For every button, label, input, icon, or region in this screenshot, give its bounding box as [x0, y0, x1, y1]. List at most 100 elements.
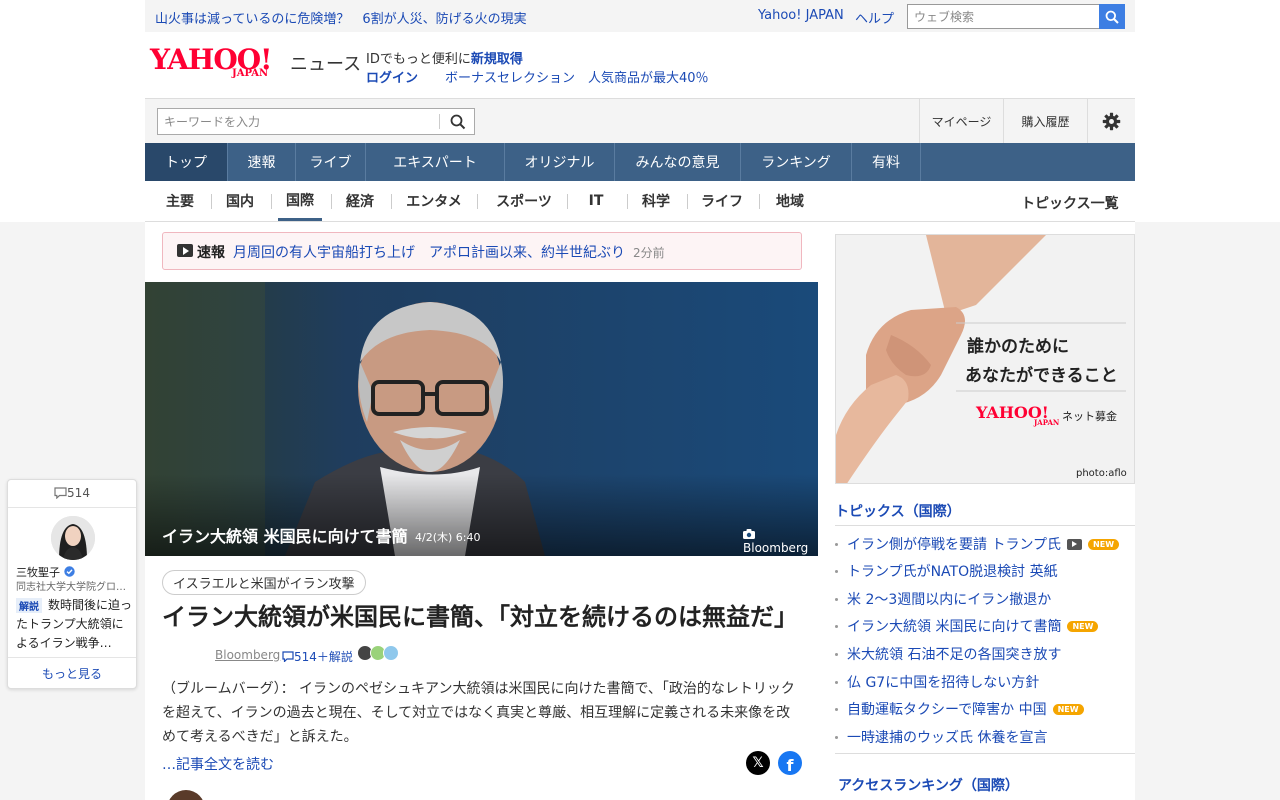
topic-item-text: 自動運転タクシーで障害か 中国: [847, 702, 1047, 718]
promo-bar: 山火事は減っているのに危険増？ 6割が人災、防げる火の現実 Yahoo! JAP…: [145, 0, 1135, 32]
access-ranking-heading[interactable]: アクセスランキング（国際）: [838, 775, 1019, 795]
breaking-news-banner[interactable]: 速報 月周回の有人宇宙船打ち上げ アポロ計画以来、約半世紀ぶり 2分前: [162, 232, 802, 270]
topics-heading[interactable]: トピックス（国際）: [835, 501, 961, 521]
expert-photo: [51, 516, 95, 560]
breaking-headline[interactable]: 月周回の有人宇宙船打ち上げ アポロ計画以来、約半世紀ぶり: [233, 242, 625, 262]
verified-icon: [63, 566, 75, 577]
right-sidebar: 誰かのために あなたができること YAHOO! JAPAN ネット募金 phot…: [818, 222, 1135, 800]
topic-item[interactable]: イラン側が停戦を要請 トランプ氏 NEW: [835, 534, 1120, 554]
article-summary: （ブルームバーグ）： イランのペゼシュキアン大統領は米国民に向けた書簡で、「政治…: [162, 681, 795, 745]
signup-link[interactable]: 新規取得: [471, 52, 523, 67]
nav-original[interactable]: オリジナル: [505, 143, 615, 181]
category-science[interactable]: 科学: [638, 181, 674, 221]
topics-list-link[interactable]: トピックス一覧: [1021, 193, 1119, 213]
nav-top[interactable]: トップ: [145, 143, 228, 181]
topic-item[interactable]: 米 2～3週間以内にイラン撤退か: [835, 589, 1051, 609]
divider: [835, 753, 1135, 754]
category-life[interactable]: ライフ: [698, 181, 746, 221]
hero-source: Bloomberg: [743, 527, 818, 555]
read-full-article-link[interactable]: …記事全文を読む: [162, 754, 274, 774]
comment-count-text: 514＋解説: [294, 650, 353, 664]
topic-tag[interactable]: イスラエルと米国がイラン攻撃: [162, 570, 366, 595]
new-badge: NEW: [1052, 703, 1084, 715]
topic-item[interactable]: 自動運転タクシーで障害か 中国 NEW: [835, 699, 1084, 719]
category-sports[interactable]: スポーツ: [488, 181, 560, 221]
article-source-link[interactable]: Bloomberg: [215, 648, 280, 662]
bullet: [835, 597, 838, 601]
bullet: [835, 707, 838, 711]
logo-japan: JAPAN: [232, 68, 269, 79]
video-icon: [1067, 538, 1083, 550]
promo-link[interactable]: 山火事は減っているのに危険増？ 6割が人災、防げる火の現実: [155, 8, 527, 27]
expert-comment-widget[interactable]: 514 三牧聖子 同志社大学大学院グローバル・スタディーズ研究科教授 数時間後に…: [7, 479, 137, 689]
topic-item[interactable]: 仏 G7に中国を招待しない方針: [835, 672, 1039, 692]
nav-breaking[interactable]: 速報: [228, 143, 296, 181]
divider: [391, 194, 392, 209]
nav-paid[interactable]: 有料: [852, 143, 921, 181]
comment-count-link[interactable]: 514＋解説: [282, 648, 353, 665]
topic-item[interactable]: 米大統領 石油不足の各国突き放す: [835, 644, 1061, 664]
video-play-icon: [177, 244, 193, 257]
ad-hands-image: [836, 235, 1134, 483]
hero-image[interactable]: イラン大統領 米国民に向けて書簡 4/2(木) 6:40 Bloomberg: [145, 282, 818, 556]
logo-news[interactable]: ニュース: [290, 50, 361, 76]
see-more-link[interactable]: もっと見る: [8, 665, 136, 682]
nav-ranking[interactable]: ランキング: [741, 143, 852, 181]
comment-icon: [54, 487, 67, 500]
topic-item-text: トランプ氏がNATO脱退検討 英紙: [847, 564, 1058, 580]
help-link[interactable]: ヘルプ: [855, 8, 894, 27]
search-icon: [1105, 10, 1119, 24]
new-badge: NEW: [1088, 538, 1120, 550]
search-divider: [439, 114, 440, 129]
category-entertainment[interactable]: エンタメ: [402, 181, 466, 221]
keyword-search-button[interactable]: [445, 111, 471, 133]
web-search-button[interactable]: [1099, 4, 1125, 29]
expert-comment-count[interactable]: 514: [8, 486, 136, 500]
topic-item[interactable]: イラン大統領 米国民に向けて書簡 NEW: [835, 616, 1099, 636]
settings-button[interactable]: [1087, 99, 1135, 144]
topic-item-text: 一時逮捕のウッズ氏 休養を宣言: [847, 730, 1048, 746]
advertisement[interactable]: 誰かのために あなたができること YAHOO! JAPAN ネット募金 phot…: [835, 234, 1135, 484]
category-economy[interactable]: 経済: [342, 181, 378, 221]
mypage-button[interactable]: マイページ: [919, 99, 1003, 144]
topic-item-text: 仏 G7に中国を招待しない方針: [847, 675, 1040, 691]
hero-date: 4/2(木) 6:40: [415, 531, 481, 544]
divider: [567, 194, 568, 209]
search-icon: [450, 114, 466, 130]
login-link[interactable]: ログイン: [366, 67, 418, 86]
nav-expert[interactable]: エキスパート: [366, 143, 505, 181]
search-row: マイページ 購入履歴: [145, 98, 1135, 144]
divider: [8, 507, 136, 508]
bonus-selection-link[interactable]: ボーナスセレクション 人気商品が最大40％: [445, 67, 709, 86]
yahoo-logo[interactable]: YAHOO! JAPAN: [150, 46, 272, 80]
category-main[interactable]: 主要: [162, 181, 198, 221]
divider: [477, 194, 478, 209]
topic-item-text: 米 2～3週間以内にイラン撤退か: [847, 592, 1052, 608]
web-search-input[interactable]: [907, 4, 1100, 29]
ad-photo-credit: photo:aflo: [1076, 468, 1127, 479]
x-share-icon[interactable]: 𝕏: [746, 751, 770, 775]
expert-comment-count-text: 514: [67, 486, 90, 500]
topic-item[interactable]: トランプ氏がNATO脱退検討 英紙: [835, 561, 1058, 581]
expert-avatar[interactable]: [51, 516, 95, 560]
category-it[interactable]: IT: [578, 181, 614, 221]
nav-opinions[interactable]: みんなの意見: [615, 143, 741, 181]
article-headline[interactable]: イラン大統領が米国民に書簡、「対立を続けるのは無益だ」: [162, 600, 802, 634]
purchase-history-button[interactable]: 購入履歴: [1003, 99, 1087, 144]
expert-affiliation: 同志社大学大学院グローバル・スタディーズ研究科教授: [16, 582, 132, 593]
category-world[interactable]: 国際: [278, 181, 322, 221]
divider: [627, 194, 628, 209]
hero-source-text: Bloomberg: [743, 541, 809, 555]
category-domestic[interactable]: 国内: [222, 181, 258, 221]
camera-icon: [743, 529, 755, 539]
divider: [211, 194, 212, 209]
ad-copy-line2: あなたができること: [965, 366, 1118, 386]
yahoo-japan-link[interactable]: Yahoo! JAPAN: [758, 8, 844, 23]
emotion-icon: [383, 645, 399, 661]
category-local[interactable]: 地域: [770, 181, 810, 221]
nav-live[interactable]: ライブ: [296, 143, 366, 181]
keyword-search-input[interactable]: [157, 108, 475, 135]
facebook-share-icon[interactable]: f: [778, 751, 802, 775]
id-promo: IDでもっと便利に新規取得: [366, 48, 523, 67]
topic-item[interactable]: 一時逮捕のウッズ氏 休養を宣言: [835, 727, 1047, 747]
